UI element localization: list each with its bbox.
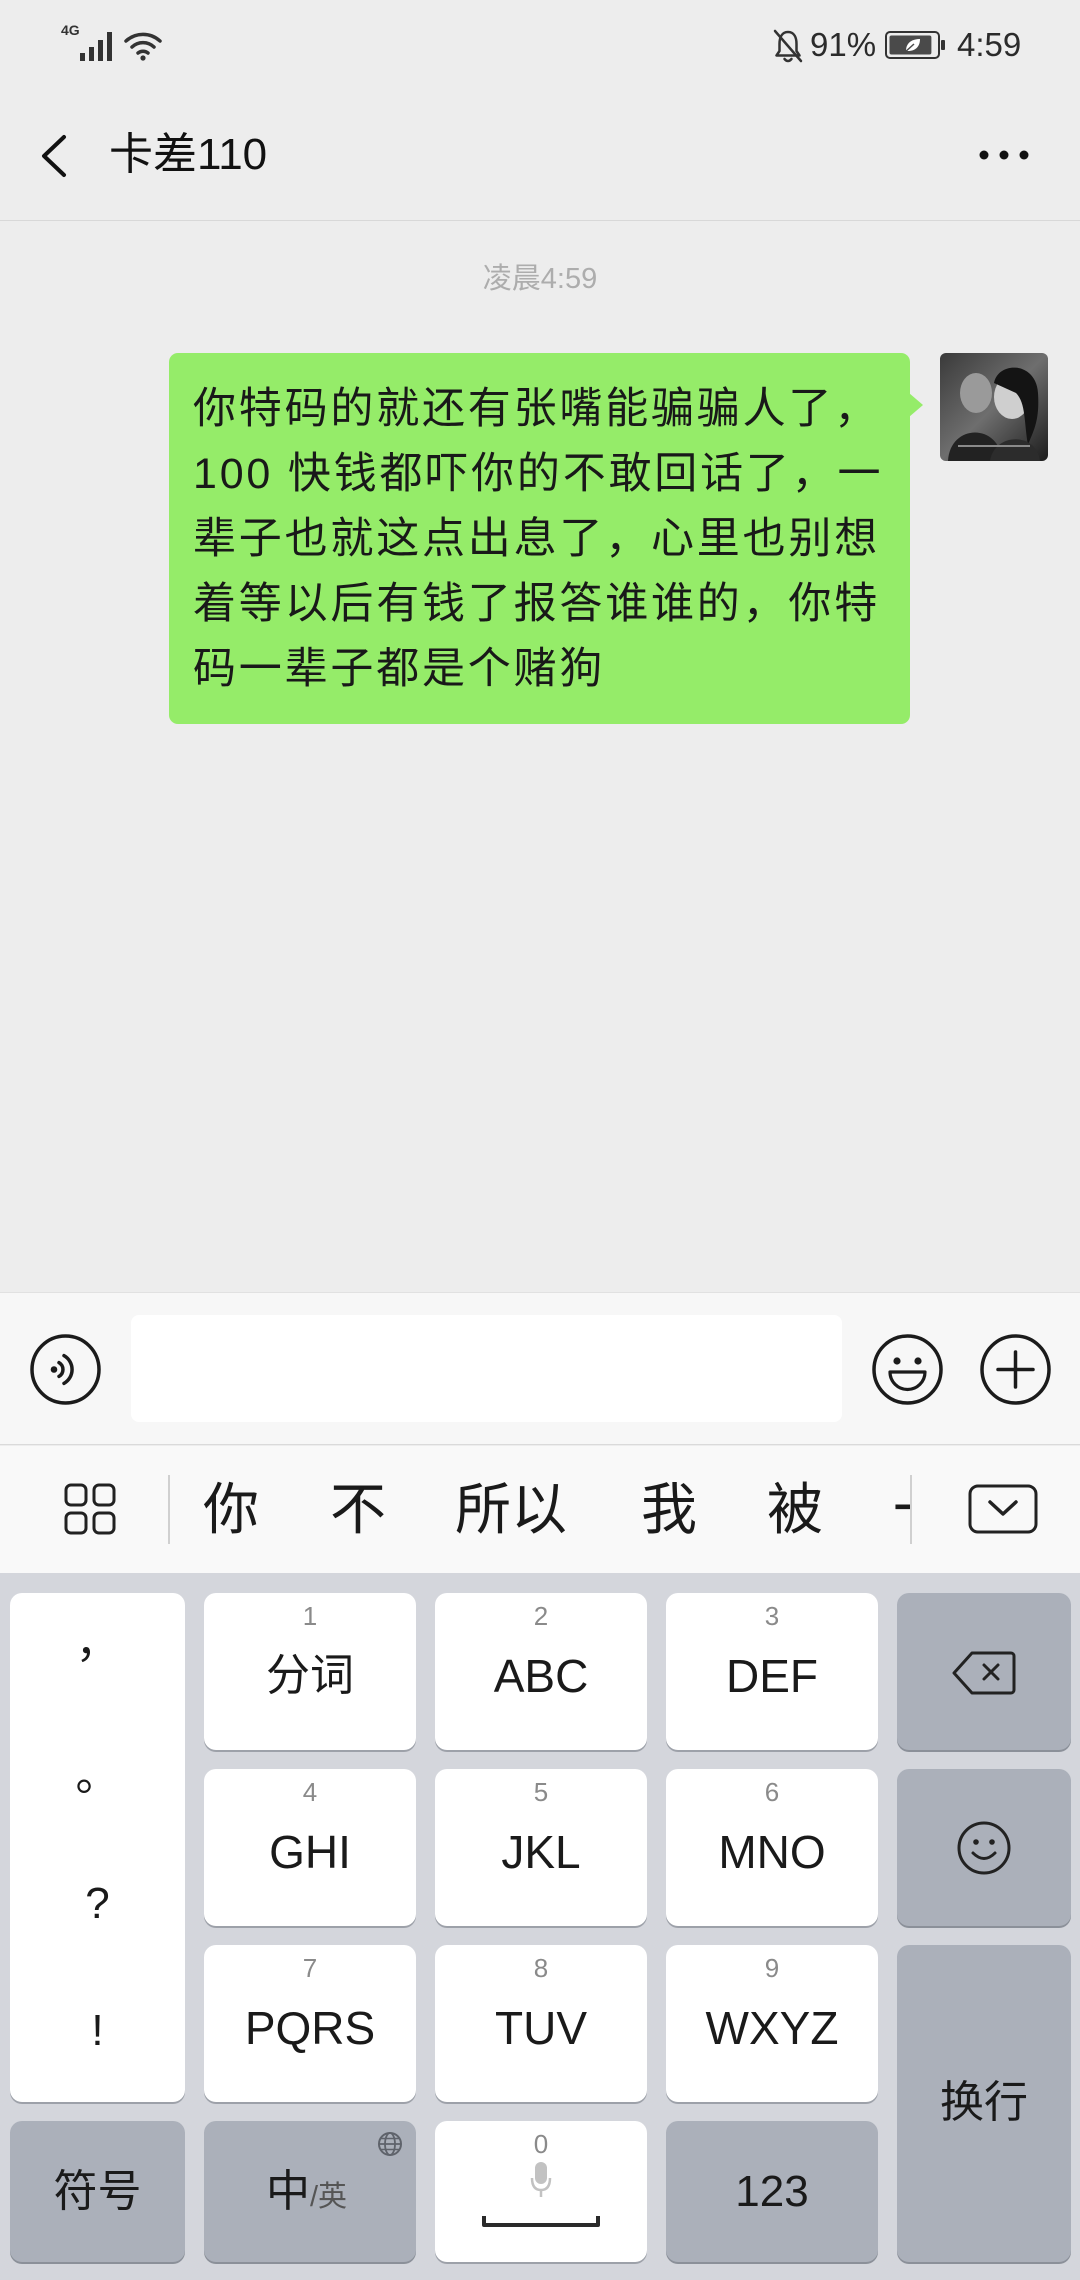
key-4[interactable]: 4 GHI [204, 1769, 416, 1926]
voice-icon[interactable] [29, 1333, 102, 1406]
battery-saver-icon [885, 31, 945, 59]
lang-secondary-label: /英 [310, 2181, 348, 2213]
key-label: DEF [726, 1650, 818, 1702]
key-number: 4 [302, 1777, 318, 1807]
chat-title: 卡差110 [109, 130, 268, 179]
key-2[interactable]: 2 ABC [435, 1593, 647, 1750]
outgoing-message-bubble[interactable]: 你特码的就还有张嘴能骗骗人了，100 快钱都吓你的不敢回话了，一辈子也就这点出息… [169, 353, 923, 724]
punctuation-column: ， 。 ? ! [10, 1593, 185, 2102]
candidate-item[interactable]: 被 [767, 1446, 823, 1573]
grid-icon[interactable] [64, 1483, 116, 1535]
chat-header: 卡差110 [0, 90, 1080, 221]
key-6[interactable]: 6 MNO [666, 1769, 878, 1926]
key-3[interactable]: 3 DEF [666, 1593, 878, 1750]
key-number: 8 [533, 1953, 549, 1983]
backspace-icon [952, 1651, 1016, 1695]
message-input[interactable] [131, 1315, 842, 1422]
key-1[interactable]: 1 分词 [204, 1593, 416, 1750]
punctuation-period[interactable]: 。 [10, 1746, 185, 1806]
candidate-item[interactable]: 你 [203, 1446, 259, 1573]
avatar-photo [940, 353, 1048, 461]
key-8[interactable]: 8 TUV [435, 1945, 647, 2102]
enter-key[interactable]: 换行 [897, 1945, 1071, 2262]
lang-primary-label: 中 [266, 2167, 310, 2216]
symbols-key-label: 符号 [53, 2167, 142, 2216]
key-label: JKL [501, 1826, 581, 1878]
smiley-icon [957, 1821, 1011, 1875]
space-bar-icon [482, 2216, 600, 2227]
candidate-item[interactable]: 我 [641, 1446, 697, 1573]
network-type-label: 4G [61, 22, 80, 38]
key-label: 分词 [266, 1651, 354, 1700]
candidate-divider-right [910, 1475, 912, 1544]
key-label: ABC [493, 1650, 589, 1702]
numbers-key[interactable]: 123 [666, 2121, 878, 2262]
punctuation-exclamation[interactable]: ! [10, 2001, 185, 2061]
key-7[interactable]: 7 PQRS [204, 1945, 416, 2102]
key-number: 1 [302, 1601, 318, 1631]
wifi-icon [124, 32, 162, 61]
clock: 4:59 [957, 26, 1022, 63]
globe-icon [378, 2132, 402, 2156]
microphone-icon [530, 2162, 552, 2197]
key-number: 7 [302, 1953, 318, 1983]
key-9[interactable]: 9 WXYZ [666, 1945, 878, 2102]
bell-off-icon [773, 29, 803, 63]
key-label: TUV [495, 2002, 587, 2054]
key-number: 0 [533, 2129, 549, 2159]
key-label: GHI [269, 1826, 351, 1878]
key-label: PQRS [244, 2002, 376, 2054]
key-label: WXYZ [705, 2002, 839, 2054]
symbols-key[interactable]: 符号 [10, 2121, 185, 2262]
status-bar: 4G 91% 4:59 [0, 0, 1080, 90]
keyboard-collapse-icon[interactable] [968, 1484, 1038, 1534]
emoji-key[interactable] [897, 1769, 1071, 1926]
key-number: 9 [764, 1953, 780, 1983]
key-number: 6 [764, 1777, 780, 1807]
plus-icon[interactable] [979, 1333, 1052, 1406]
backspace-key[interactable] [897, 1593, 1071, 1750]
battery-percent: 91% [810, 26, 877, 63]
chevron-left-icon[interactable] [38, 133, 70, 179]
key-5[interactable]: 5 JKL [435, 1769, 647, 1926]
enter-key-label: 换行 [940, 2078, 1028, 2127]
space-key[interactable]: 0 [435, 2121, 647, 2262]
message-timestamp: 凌晨4:59 [482, 263, 598, 295]
candidate-divider-left [168, 1475, 170, 1544]
avatar[interactable] [940, 353, 1048, 461]
key-number: 5 [533, 1777, 549, 1807]
more-icon[interactable] [978, 148, 1030, 162]
key-number: 2 [533, 1601, 549, 1631]
candidate-item[interactable]: 一 [893, 1446, 910, 1573]
language-label: 中/英 [266, 2165, 347, 2229]
punctuation-comma[interactable]: ， [10, 1613, 185, 1673]
header-divider [0, 220, 1080, 221]
language-switch-key[interactable]: 中/英 [204, 2121, 416, 2262]
candidate-list: 你 不 所以 我 被 一 [180, 1446, 910, 1573]
candidate-item[interactable]: 不 [330, 1446, 386, 1573]
candidate-item[interactable]: 所以 [455, 1446, 567, 1573]
key-label: MNO [718, 1826, 826, 1878]
emoji-icon[interactable] [871, 1333, 944, 1406]
key-number: 3 [764, 1601, 780, 1631]
numbers-key-label: 123 [735, 2167, 809, 2216]
signal-icon [80, 32, 112, 61]
punctuation-question[interactable]: ? [10, 1874, 185, 1934]
